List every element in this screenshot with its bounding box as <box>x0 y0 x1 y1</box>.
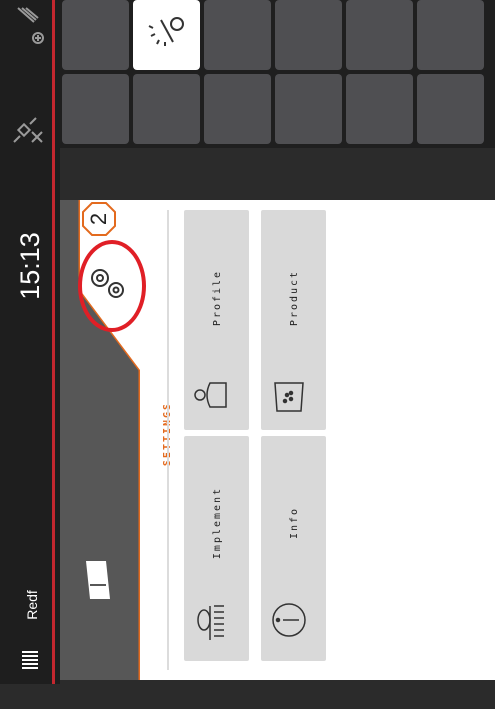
quick-tile-12[interactable] <box>417 74 484 144</box>
gnss-off-icon <box>13 117 43 143</box>
quick-tile-panel <box>60 0 495 148</box>
settings-gears-icon <box>91 269 124 298</box>
quick-tile-7[interactable] <box>62 74 129 144</box>
quick-tile-3[interactable] <box>204 0 271 70</box>
bottom-strip <box>0 684 495 709</box>
quick-tile-6[interactable] <box>417 0 484 70</box>
day-night-tile[interactable] <box>133 0 200 70</box>
implement-label: Implement <box>212 486 223 560</box>
info-label: Info <box>289 506 300 540</box>
settings-page: 2 SETTINGS Profile Implement Product <box>60 200 495 680</box>
clock: 15:13 <box>15 232 45 300</box>
quick-tile-1[interactable] <box>62 0 129 70</box>
gps-icon <box>17 7 44 44</box>
profile-tractor-icon <box>22 651 38 669</box>
profile-label: Profile <box>212 269 223 327</box>
product-bag-icon <box>274 382 304 412</box>
settings-badge-number: 2 <box>86 212 111 226</box>
day-night-icon <box>148 17 184 46</box>
status-separator-line <box>52 0 55 709</box>
quick-tile-11[interactable] <box>346 74 413 144</box>
info-icon <box>272 603 306 637</box>
quick-tile-10[interactable] <box>275 74 342 144</box>
terminal-screen: 15:13 Redf 2 Profile Implement Product I… <box>0 0 495 709</box>
logo-icon <box>86 561 110 599</box>
profile-icon <box>194 382 227 408</box>
quick-tile-9[interactable] <box>204 74 271 144</box>
quick-tile-5[interactable] <box>346 0 413 70</box>
title-divider <box>167 210 169 670</box>
implement-icon <box>197 605 224 640</box>
quick-tile-4[interactable] <box>275 0 342 70</box>
quick-tile-8[interactable] <box>133 74 200 144</box>
product-label: Product <box>289 269 300 327</box>
profile-name: Redf <box>24 590 40 620</box>
